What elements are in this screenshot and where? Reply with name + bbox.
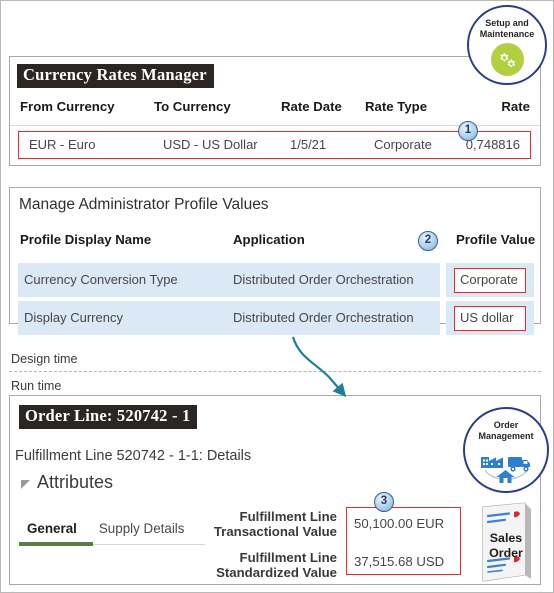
order-badge-line2: Management [478,431,534,441]
currency-rates-manager-title: Currency Rates Manager [17,64,214,88]
column-header-rate-type: Rate Type [365,99,428,114]
sales-order-label: Sales Order [475,531,537,561]
sales-order-line2: Order [489,546,523,560]
setup-badge-line1: Setup and [485,18,529,28]
attributes-label: Attributes [37,472,114,492]
fulfillment-transactional-value: 50,100.00 EUR [354,516,445,531]
attributes-disclosure[interactable]: Attributes [21,472,113,493]
cell-to-currency: USD - US Dollar [163,137,258,152]
tab-supply-details[interactable]: Supply Details [99,521,185,536]
fv-label-1-line1: Fulfillment Line [239,509,337,524]
cell-from-currency: EUR - Euro [29,137,96,152]
fulfillment-values-highlight-box: 50,100.00 EUR 37,515.68 USD [346,507,461,575]
cell-application: Distributed Order Orchestration [233,272,414,287]
factory-icon [481,457,503,468]
setup-and-maintenance-badge: Setup and Maintenance [467,5,547,85]
order-badge-line1: Order [493,420,519,430]
fulfillment-line-details-label: Fulfillment Line 520742 - 1-1: Details [15,448,252,464]
cell-rate-date: 1/5/21 [290,137,327,152]
callout-marker-2: 2 [418,231,438,251]
tab-general[interactable]: General [27,521,77,536]
order-management-badge: Order Management [463,407,549,493]
fulfillment-standardized-value-label: Fulfillment Line Standardized Value [216,550,337,580]
truck-icon [508,457,530,472]
callout-marker-3: 3 [374,492,394,512]
cell-profile-value[interactable]: US dollar [454,306,526,331]
currency-rate-row[interactable]: EUR - Euro USD - US Dollar 1/5/21 Corpor… [18,131,531,159]
setup-badge-text: Setup and Maintenance [480,18,535,40]
order-badge-text: Order Management [478,420,533,442]
cell-rate: 0,748816 [465,137,520,152]
fulfillment-transactional-value-label: Fulfillment Line Transactional Value [214,509,337,539]
table-row[interactable]: Display Currency Distributed Order Orche… [10,301,540,335]
cell-profile-display-name: Display Currency [24,310,123,325]
order-line-title: Order Line: 520742 - 1 [19,405,198,429]
order-detail-tabs: General Supply Details [27,521,184,536]
column-header-rate-date: Rate Date [281,99,342,114]
gears-icon [490,43,524,76]
house-icon [496,470,515,483]
sales-order-line1: Sales [489,531,523,545]
fv-label-2-line1: Fulfillment Line [239,550,337,565]
profile-table-header: Profile Display Name Application Profile… [10,232,540,256]
column-header-profile-display-name: Profile Display Name [20,232,152,247]
chevron-down-icon [21,479,30,489]
run-time-label: Run time [11,379,62,393]
column-header-rate: Rate [501,99,530,114]
supply-chain-icon [475,444,537,489]
column-header-from-currency: From Currency [20,99,115,114]
screenshot-root: Currency Rates Manager From Currency To … [0,0,554,593]
setup-badge-line2: Maintenance [479,29,535,39]
fv-label-1-line2: Transactional Value [213,524,337,539]
fv-label-2-line2: Standardized Value [216,565,337,580]
fulfillment-standardized-value: 37,515.68 USD [354,554,445,569]
callout-marker-1: 1 [458,121,478,141]
tab-active-indicator [19,542,93,546]
profile-values-title: Manage Administrator Profile Values [19,196,269,213]
flow-arrow-icon [291,336,347,398]
cell-profile-display-name: Currency Conversion Type [24,272,178,287]
table-row[interactable]: Currency Conversion Type Distributed Ord… [10,263,540,297]
cell-rate-type: Corporate [374,137,432,152]
design-time-label: Design time [11,352,78,366]
sales-order-document-icon: Sales Order [475,501,537,585]
currency-rates-manager-panel: Currency Rates Manager From Currency To … [9,56,541,166]
column-header-profile-value: Profile Value [456,232,536,247]
manage-administrator-profile-values-panel: Manage Administrator Profile Values Prof… [9,187,541,335]
column-header-application: Application [233,232,305,247]
column-header-to-currency: To Currency [154,99,231,114]
cell-profile-value[interactable]: Corporate [454,268,526,293]
cell-application: Distributed Order Orchestration [233,310,414,325]
currency-table-header: From Currency To Currency Rate Date Rate… [10,99,540,126]
